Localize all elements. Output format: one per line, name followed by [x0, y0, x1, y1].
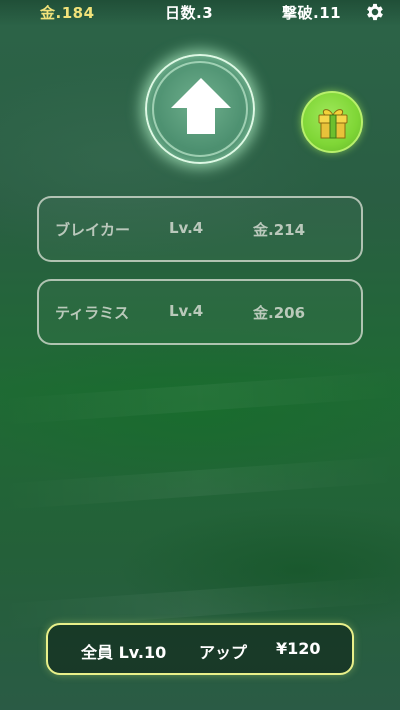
- character-upgrade-cost: 金.214: [253, 221, 306, 239]
- gift-box-icon: [318, 109, 348, 139]
- day-counter: 日数.3: [165, 4, 214, 22]
- background-streak: [0, 456, 400, 510]
- background-streak: [0, 371, 400, 425]
- level-up-all-label: 全員 Lv.10: [81, 643, 167, 662]
- upgrade-button[interactable]: [145, 54, 255, 164]
- character-level: Lv.4: [169, 219, 204, 237]
- gear-icon[interactable]: [364, 1, 386, 23]
- gold-counter: 金.184: [40, 4, 95, 22]
- kill-counter: 撃破.11: [282, 4, 342, 22]
- level-up-all-button[interactable]: 全員 Lv.10 アップ ¥120: [46, 623, 354, 675]
- character-card-breaker[interactable]: ブレイカー Lv.4 金.214: [37, 196, 363, 262]
- character-level: Lv.4: [169, 302, 204, 320]
- gift-button[interactable]: [301, 91, 363, 153]
- character-name: ティラミス: [55, 304, 130, 322]
- background-streak: [0, 576, 400, 630]
- character-upgrade-cost: 金.206: [253, 304, 306, 322]
- character-card-tiramisu[interactable]: ティラミス Lv.4 金.206: [37, 279, 363, 345]
- character-name: ブレイカー: [55, 221, 131, 239]
- level-up-price: ¥120: [276, 639, 321, 658]
- up-arrow-icon: [171, 78, 231, 134]
- level-up-action-label: アップ: [199, 643, 248, 662]
- status-bar: 金.184 日数.3 撃破.11: [0, 0, 400, 26]
